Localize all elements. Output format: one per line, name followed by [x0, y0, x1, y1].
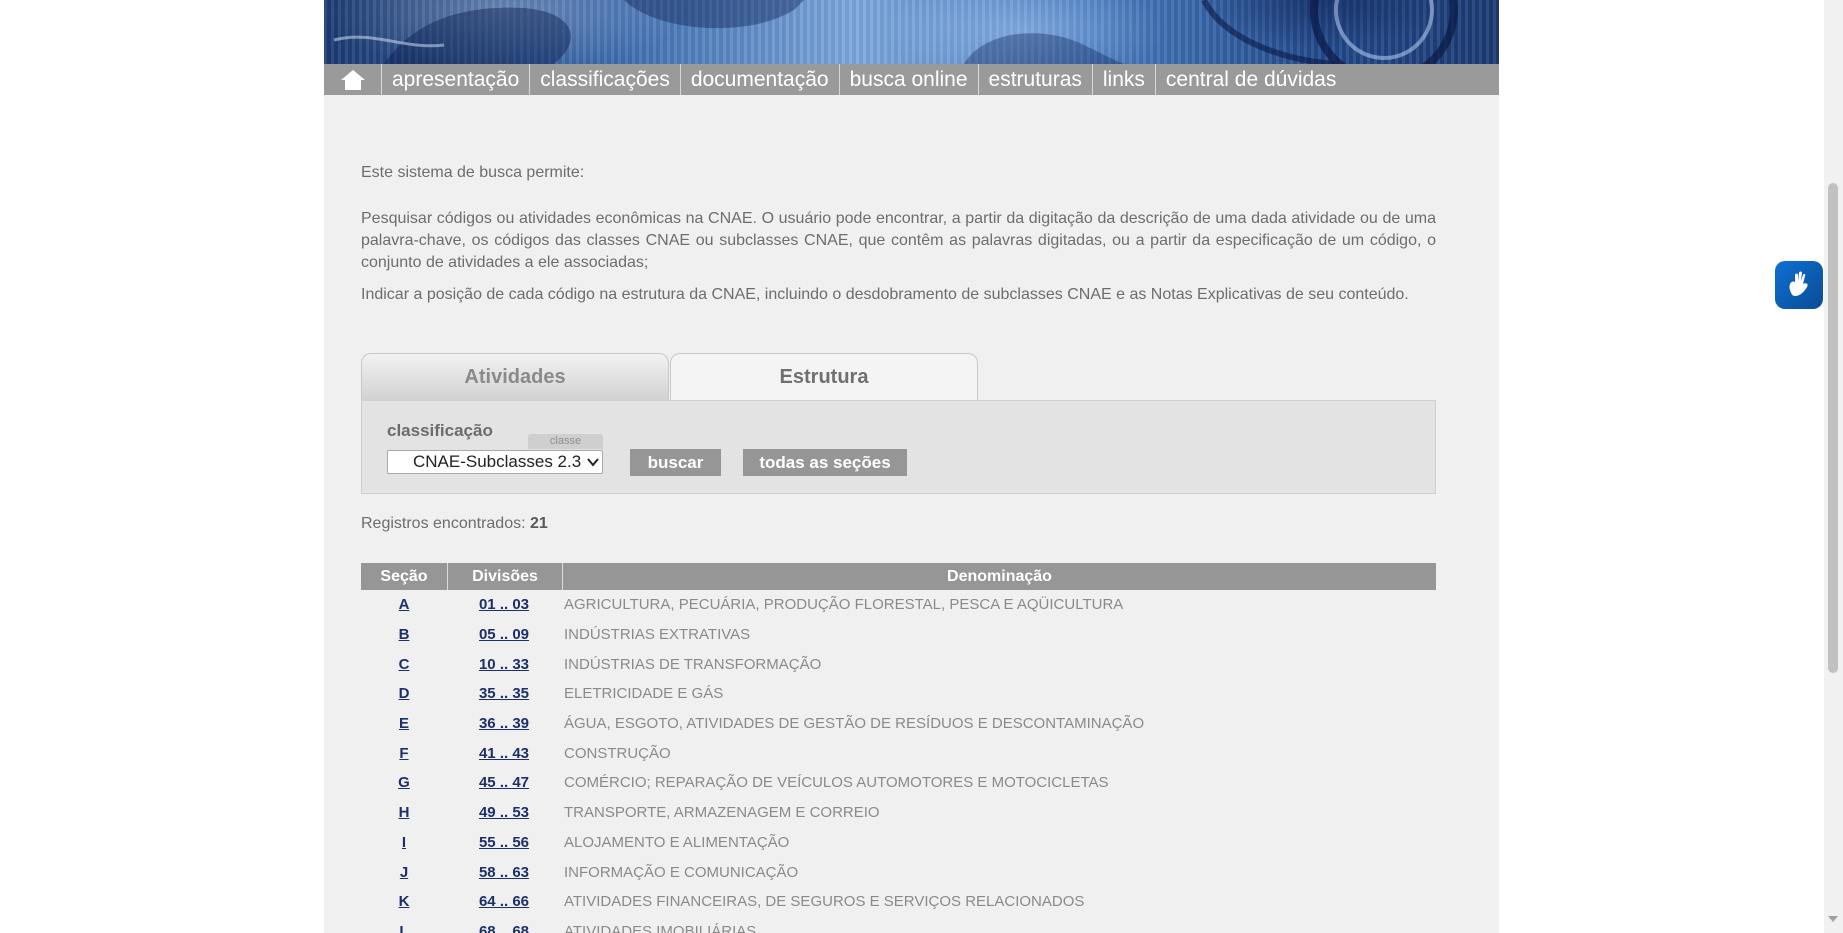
denominacao-text: INDÚSTRIAS EXTRATIVAS	[564, 626, 751, 644]
table-row: I 55 .. 56 ALOJAMENTO E ALIMENTAÇÃO	[361, 828, 1436, 858]
secao-link[interactable]: G	[398, 774, 410, 791]
divisoes-link[interactable]: 64 .. 66	[479, 893, 529, 910]
intro-p2-text: Indicar a posição de cada código na estr…	[361, 286, 1409, 303]
divisoes-link[interactable]: 36 .. 39	[479, 715, 529, 732]
denominacao-text: CONSTRUÇÃO	[564, 744, 671, 762]
nav-apresentacao[interactable]: apresentação	[382, 64, 531, 95]
secao-link[interactable]: L	[399, 923, 408, 933]
divisoes-link[interactable]: 49 .. 53	[479, 804, 529, 821]
header-divisoes: Divisões	[448, 563, 563, 590]
secao-link[interactable]: K	[399, 893, 410, 910]
records-found: Registros encontrados: 21	[361, 515, 548, 533]
home-icon	[340, 69, 365, 90]
denominacao-text: INFORMAÇÃO E COMUNICAÇÃO	[564, 863, 799, 881]
secao-link[interactable]: C	[399, 656, 410, 673]
search-panel: classificação classe CNAE-Subclasses 2.3…	[361, 400, 1436, 494]
denominacao-text: COMÉRCIO; REPARAÇÃO DE VEÍCULOS AUTOMOTO…	[564, 774, 1109, 792]
table-row: G 45 .. 47 COMÉRCIO; REPARAÇÃO DE VEÍCULOS…	[361, 768, 1436, 798]
divisoes-link[interactable]: 58 .. 63	[479, 864, 529, 881]
divisoes-link[interactable]: 05 .. 09	[479, 626, 529, 643]
records-count: 21	[529, 515, 548, 532]
table-row: K 64 .. 66 ATIVIDADES FINANCEIRAS, DE SEGU…	[361, 887, 1436, 917]
nav-central-de-duvidas[interactable]: central de dúvidas	[1156, 64, 1346, 95]
header-secao: Seção	[361, 563, 448, 590]
denominacao-text: ATIVIDADES IMOBILIÁRIAS	[564, 922, 757, 933]
secao-link[interactable]: B	[399, 626, 410, 643]
divisoes-link[interactable]: 68 .. 68	[479, 923, 529, 933]
divisoes-link[interactable]: 41 .. 43	[479, 745, 529, 762]
nav-documentacao[interactable]: documentação	[681, 64, 840, 95]
header-denominacao: Denominação	[947, 567, 1052, 585]
buscar-button[interactable]: buscar	[630, 449, 721, 476]
table-row: A 01 .. 03 AGRICULTURA, PECUÁRIA, PRODUÇÃO…	[361, 590, 1436, 620]
secao-link[interactable]: H	[399, 804, 410, 821]
records-label: Registros encontrados:	[361, 515, 526, 532]
table-row: D 35 .. 35 ELETRICIDADE E GÁS	[361, 679, 1436, 709]
results-table: Seção Divisões Denominação A 01 .. 03 AGRI…	[361, 563, 1436, 933]
divisoes-link[interactable]: 35 .. 35	[479, 685, 529, 702]
intro-paragraph-1: Pesquisar códigos ou atividades econômic…	[361, 208, 1436, 274]
secao-link[interactable]: F	[399, 745, 408, 762]
table-row: H 49 .. 53 TRANSPORTE, ARMAZENAGEM E CORRE…	[361, 798, 1436, 828]
table-row: J 58 .. 63 INFORMAÇÃO E COMUNICAÇÃO	[361, 857, 1436, 887]
divisoes-link[interactable]: 01 .. 03	[479, 596, 529, 613]
tab-atividades[interactable]: Atividades	[361, 353, 669, 400]
divisoes-link[interactable]: 45 .. 47	[479, 774, 529, 791]
classification-select-value: CNAE-Subclasses 2.3	[413, 452, 582, 471]
table-row: E 36 .. 39 ÁGUA, ESGOTO, ATIVIDADES DE GES…	[361, 709, 1436, 739]
table-row: C 10 .. 33 INDÚSTRIAS DE TRANSFORMAÇÃO	[361, 649, 1436, 679]
denominacao-text: AGRICULTURA, PECUÁRIA, PRODUÇÃO FLORESTA…	[564, 596, 1124, 614]
denominacao-text: ÁGUA, ESGOTO, ATIVIDADES DE GESTÃO DE RE…	[564, 715, 1145, 733]
scroll-down-arrow-icon[interactable]	[1826, 912, 1840, 926]
intro-lead-text: Este sistema de busca permite:	[361, 164, 585, 181]
denominacao-text: ELETRICIDADE E GÁS	[564, 685, 724, 703]
chevron-down-icon	[587, 458, 599, 467]
tab-estrutura[interactable]: Estrutura	[670, 353, 978, 400]
table-body: A 01 .. 03 AGRICULTURA, PECUÁRIA, PRODUÇÃO…	[361, 590, 1436, 933]
main-nav: apresentação classificações documentação…	[324, 64, 1499, 95]
classification-label: classificação	[387, 421, 493, 440]
denominacao-text: ALOJAMENTO E ALIMENTAÇÃO	[564, 833, 790, 851]
page-container: apresentação classificações documentação…	[324, 0, 1499, 933]
denominacao-text: TRANSPORTE, ARMAZENAGEM E CORREIO	[564, 804, 880, 822]
classe-tag: classe	[528, 434, 603, 449]
secao-link[interactable]: E	[399, 715, 409, 732]
denominacao-text: ATIVIDADES FINANCEIRAS, DE SEGUROS E SER…	[564, 893, 1085, 911]
header-banner	[324, 0, 1499, 64]
vlibras-hand-icon	[1789, 271, 1808, 296]
divisoes-link[interactable]: 55 .. 56	[479, 834, 529, 851]
table-header: Seção Divisões Denominação	[361, 563, 1436, 590]
secao-link[interactable]: A	[399, 596, 410, 613]
nav-busca-online[interactable]: busca online	[840, 64, 979, 95]
table-row: B 05 .. 09 INDÚSTRIAS EXTRATIVAS	[361, 620, 1436, 650]
secao-link[interactable]: I	[402, 834, 406, 851]
table-row: F 41 .. 43 CONSTRUÇÃO	[361, 738, 1436, 768]
denominacao-text: INDÚSTRIAS DE TRANSFORMAÇÃO	[564, 655, 822, 673]
secao-link[interactable]: D	[399, 685, 410, 702]
intro-lead: Este sistema de busca permite:	[361, 162, 1436, 184]
nav-classificacoes[interactable]: classificações	[530, 64, 681, 95]
scrollbar-thumb[interactable]	[1828, 183, 1838, 673]
vlibras-accessibility-button[interactable]	[1775, 261, 1823, 309]
table-row: L 68 .. 68 ATIVIDADES IMOBILIÁRIAS	[361, 917, 1436, 933]
intro-p1-text: Pesquisar códigos ou atividades econômic…	[361, 210, 1436, 271]
banner-globe-graphic	[333, 0, 1458, 64]
secao-link[interactable]: J	[400, 864, 408, 881]
nav-estruturas[interactable]: estruturas	[979, 64, 1093, 95]
classification-select[interactable]: CNAE-Subclasses 2.3	[387, 450, 603, 474]
intro-paragraph-2: Indicar a posição de cada código na estr…	[361, 284, 1436, 306]
divisoes-link[interactable]: 10 .. 33	[479, 656, 529, 673]
nav-links[interactable]: links	[1093, 64, 1156, 95]
todas-as-secoes-button[interactable]: todas as seções	[743, 449, 907, 476]
home-button[interactable]	[324, 64, 382, 95]
